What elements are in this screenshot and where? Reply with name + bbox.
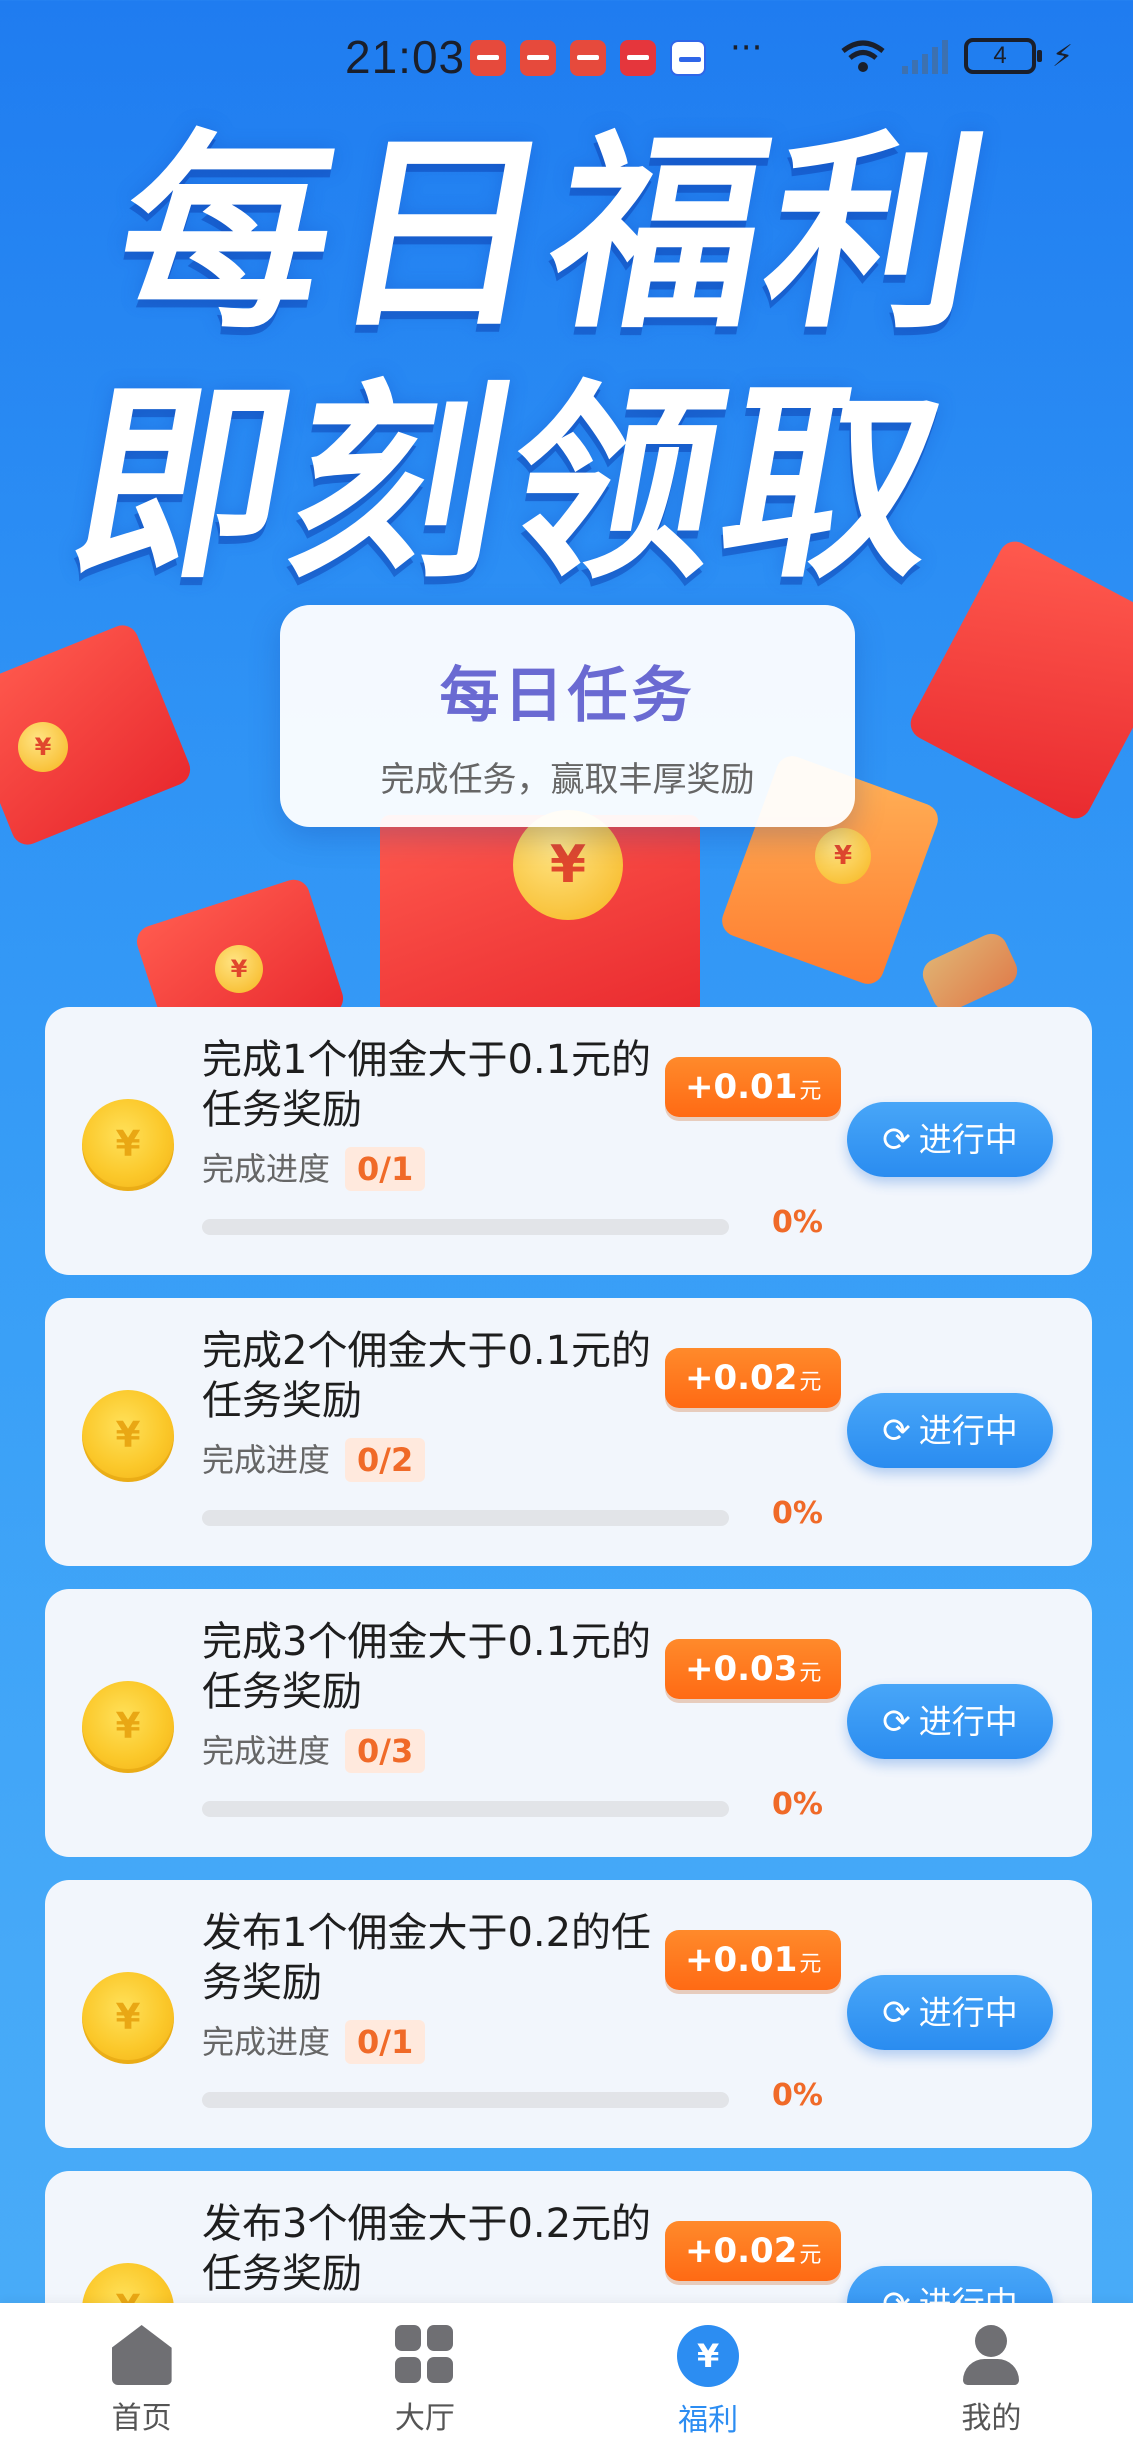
daily-task-title: 每日任务 xyxy=(439,661,696,731)
task-title: 发布3个佣金大于0.2元的任务奖励 xyxy=(202,2201,652,2297)
daily-task-panel: 每日任务 完成任务，赢取丰厚奖励 xyxy=(280,605,855,827)
status-label: 进行中 xyxy=(918,1702,1018,1741)
progress-percent: 0% xyxy=(772,2078,823,2113)
refresh-icon: ⟳ xyxy=(882,1702,911,1742)
reward-unit: 元 xyxy=(799,1952,822,1977)
home-icon xyxy=(111,2325,172,2385)
coin-decoration: ¥ xyxy=(815,828,871,884)
nav-label-home: 首页 xyxy=(111,2401,172,2436)
battery-icon: 4 xyxy=(964,38,1042,74)
progress-value: 0/2 xyxy=(345,1438,426,1482)
reward-unit: 元 xyxy=(799,2243,822,2268)
nav-item-mine[interactable]: 我的 xyxy=(850,2303,1133,2453)
progress-value: 0/1 xyxy=(345,1147,426,1191)
nav-label-hall: 大厅 xyxy=(394,2401,455,2436)
task-card: 完成2个佣金大于0.1元的任务奖励 +0.02元 完成进度 0/2 0% ⟳进行… xyxy=(45,1298,1092,1566)
task-title: 发布1个佣金大于0.2的任务奖励 xyxy=(202,1910,652,2006)
coin-decoration: ¥ xyxy=(18,722,68,772)
progress-label: 完成进度 xyxy=(202,2023,331,2061)
progress-bar xyxy=(202,1510,729,1526)
progress-percent: 0% xyxy=(772,1787,823,1822)
status-time: 21:03 xyxy=(345,31,466,83)
hero-line-1: 每日福利 xyxy=(100,112,1008,357)
task-list: 完成1个佣金大于0.1元的任务奖励 +0.01元 完成进度 0/1 0% ⟳进行… xyxy=(45,1007,1092,2453)
task-card: 发布1个佣金大于0.2的任务奖励 +0.01元 完成进度 0/1 0% ⟳进行中 xyxy=(45,1880,1092,2148)
reward-amount: +0.02 xyxy=(685,2231,798,2271)
coin-icon xyxy=(82,1972,174,2064)
progress-label: 完成进度 xyxy=(202,1732,331,1770)
nav-item-home[interactable]: 首页 xyxy=(0,2303,283,2453)
reward-unit: 元 xyxy=(799,1370,822,1395)
charging-icon: ⚡ xyxy=(1052,38,1074,74)
signal-icon xyxy=(902,38,948,74)
reward-amount: +0.03 xyxy=(685,1649,798,1689)
huawei-app-icon xyxy=(520,40,556,76)
in-progress-button[interactable]: ⟳进行中 xyxy=(847,1393,1053,1468)
bottom-nav: 首页 大厅 ¥ 福利 我的 xyxy=(0,2303,1133,2453)
task-title: 完成2个佣金大于0.1元的任务奖励 xyxy=(202,1328,652,1424)
reward-badge: +0.02元 xyxy=(665,1348,842,1408)
nav-item-welfare[interactable]: ¥ 福利 xyxy=(567,2303,850,2453)
progress-label: 完成进度 xyxy=(202,1150,331,1188)
in-progress-button[interactable]: ⟳进行中 xyxy=(847,1684,1053,1759)
reward-badge: +0.01元 xyxy=(665,1057,842,1117)
status-label: 进行中 xyxy=(918,1120,1018,1159)
more-notifications-icon: ··· xyxy=(730,28,763,68)
task-card: 完成1个佣金大于0.1元的任务奖励 +0.01元 完成进度 0/1 0% ⟳进行… xyxy=(45,1007,1092,1275)
progress-value: 0/3 xyxy=(345,1729,426,1773)
progress-bar xyxy=(202,2092,729,2108)
hero-line-2: 即刻领取 xyxy=(56,362,964,607)
hero-title: 每日福利 即刻领取 xyxy=(56,110,1104,610)
reward-unit: 元 xyxy=(799,1661,822,1686)
nav-label-welfare: 福利 xyxy=(678,2403,739,2438)
progress-percent: 0% xyxy=(772,1205,823,1240)
user-icon xyxy=(961,2325,1021,2385)
reward-unit: 元 xyxy=(799,1079,822,1104)
refresh-icon: ⟳ xyxy=(882,1120,911,1160)
baidu-app-icon xyxy=(670,40,706,76)
reward-amount: +0.02 xyxy=(685,1358,798,1398)
refresh-icon: ⟳ xyxy=(882,1411,911,1451)
status-indicators: 4 ⚡ xyxy=(840,38,1073,74)
huawei-app-icon xyxy=(470,40,506,76)
progress-percent: 0% xyxy=(772,1496,823,1531)
status-app-icons xyxy=(470,40,706,76)
task-card: 完成3个佣金大于0.1元的任务奖励 +0.03元 完成进度 0/3 0% ⟳进行… xyxy=(45,1589,1092,1857)
daily-task-subtitle: 完成任务，赢取丰厚奖励 xyxy=(380,760,755,800)
status-label: 进行中 xyxy=(918,1993,1018,2032)
progress-bar xyxy=(202,1219,729,1235)
refresh-icon: ⟳ xyxy=(882,1993,911,2033)
coin-decoration: ¥ xyxy=(215,945,263,993)
reward-badge: +0.02元 xyxy=(665,2221,842,2281)
huawei-app-icon xyxy=(570,40,606,76)
status-bar: 21:03 ··· 4 ⚡ xyxy=(0,0,1133,120)
reward-badge: +0.01元 xyxy=(665,1930,842,1990)
task-title: 完成1个佣金大于0.1元的任务奖励 xyxy=(202,1037,652,1133)
reward-amount: +0.01 xyxy=(685,1067,798,1107)
reward-amount: +0.01 xyxy=(685,1940,798,1980)
coin-icon xyxy=(82,1390,174,1482)
progress-value: 0/1 xyxy=(345,2020,426,2064)
coin-icon xyxy=(82,1099,174,1191)
wifi-icon xyxy=(841,40,885,72)
reward-badge: +0.03元 xyxy=(665,1639,842,1699)
progress-bar xyxy=(202,1801,729,1817)
in-progress-button[interactable]: ⟳进行中 xyxy=(847,1975,1053,2050)
status-label: 进行中 xyxy=(918,1411,1018,1450)
orange-envelope-decoration xyxy=(917,928,1023,1017)
progress-label: 完成进度 xyxy=(202,1441,331,1479)
task-title: 完成3个佣金大于0.1元的任务奖励 xyxy=(202,1619,652,1715)
nav-label-mine: 我的 xyxy=(961,2401,1022,2436)
video-app-icon xyxy=(620,40,656,76)
coin-icon xyxy=(82,1681,174,1773)
nav-item-hall[interactable]: 大厅 xyxy=(283,2303,566,2453)
welfare-icon: ¥ xyxy=(677,2325,740,2387)
grid-icon xyxy=(394,2325,455,2385)
in-progress-button[interactable]: ⟳进行中 xyxy=(847,1102,1053,1177)
